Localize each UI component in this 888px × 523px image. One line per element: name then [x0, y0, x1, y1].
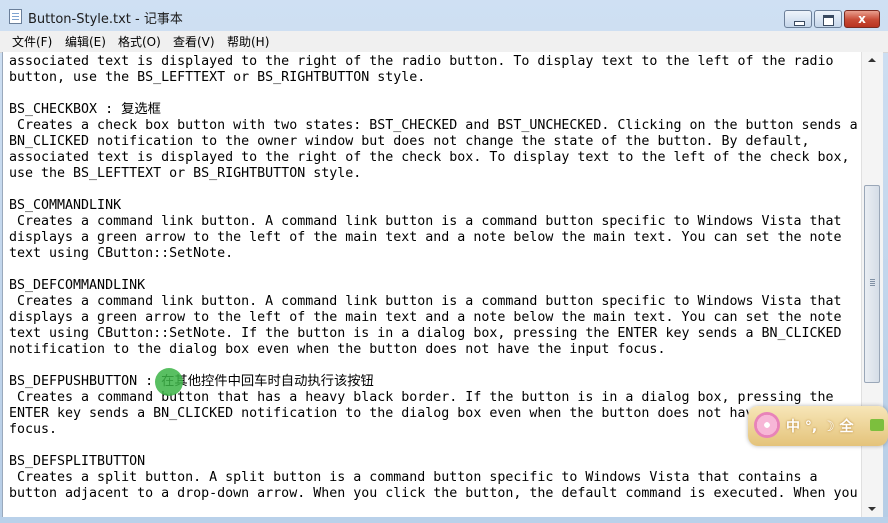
menu-help[interactable]: 帮助(H): [227, 33, 269, 50]
window-title: Button-Style.txt - 记事本: [28, 12, 183, 27]
text-line: text using CButton::SetNote.: [9, 246, 234, 261]
close-icon: x: [858, 12, 866, 26]
maximize-icon: [815, 11, 841, 27]
maximize-button[interactable]: [814, 10, 842, 28]
menu-view[interactable]: 查看(V): [173, 33, 215, 50]
text-line: Creates a check box button with two stat…: [9, 118, 858, 133]
text-line: button adjacent to a drop-down arrow. Wh…: [9, 486, 858, 501]
minimize-button[interactable]: [784, 10, 812, 28]
keyboard-icon[interactable]: [870, 419, 884, 431]
text-line: BN_CLICKED notification to the owner win…: [9, 134, 810, 149]
minimize-icon: [785, 11, 811, 27]
title-bar[interactable]: Button-Style.txt - 记事本 x: [0, 0, 888, 31]
text-line: Creates a command link button. A command…: [9, 214, 842, 229]
ime-status-label[interactable]: 中 °, ☽ 全: [786, 416, 854, 436]
flower-icon: [754, 412, 780, 438]
scroll-up-arrow-icon[interactable]: [862, 52, 883, 69]
text-line: button, use the BS_LEFTTEXT or BS_RIGHTB…: [9, 70, 426, 85]
scroll-grip-icon: [870, 279, 875, 286]
text-line: associated text is displayed to the righ…: [9, 150, 850, 165]
text-line: associated text is displayed to the righ…: [9, 54, 834, 69]
text-line: BS_COMMANDLINK: [9, 198, 122, 213]
text-line: BS_DEFSPLITBUTTON: [9, 454, 146, 469]
menu-file[interactable]: 文件(F): [12, 33, 52, 50]
text-line: Creates a command button that has a heav…: [9, 390, 834, 405]
text-line: notification to the dialog box even when…: [9, 342, 666, 357]
vertical-scrollbar[interactable]: [861, 52, 883, 517]
text-line: BS_CHECKBOX : 复选框: [9, 102, 161, 117]
ime-toolbar[interactable]: 中 °, ☽ 全: [748, 406, 888, 446]
notepad-window: Button-Style.txt - 记事本 x 文件(F) 编辑(E) 格式(…: [0, 0, 888, 523]
close-button[interactable]: x: [844, 10, 880, 28]
text-editor[interactable]: associated text is displayed to the righ…: [2, 52, 862, 517]
menu-format[interactable]: 格式(O): [118, 33, 161, 50]
text-line: text using CButton::SetNote. If the butt…: [9, 326, 842, 341]
scroll-down-arrow-icon[interactable]: [862, 500, 883, 517]
menu-edit[interactable]: 编辑(E): [65, 33, 106, 50]
text-line: BS_DEFCOMMANDLINK: [9, 278, 146, 293]
text-line: Creates a split button. A split button i…: [9, 470, 818, 485]
menu-bar: 文件(F) 编辑(E) 格式(O) 查看(V) 帮助(H): [0, 31, 888, 53]
text-line: displays a green arrow to the left of th…: [9, 230, 842, 245]
window-bottom-border: [0, 517, 888, 523]
text-line: focus.: [9, 422, 58, 437]
document-text[interactable]: associated text is displayed to the righ…: [3, 52, 862, 502]
text-line: ENTER key sends a BN_CLICKED notificatio…: [9, 406, 842, 421]
scroll-thumb[interactable]: [864, 185, 880, 383]
text-line: BS_DEFPUSHBUTTON : 在其他控件中回车时自动执行该按钮: [9, 374, 374, 389]
text-line: Creates a command link button. A command…: [9, 294, 842, 309]
text-line: use the BS_LEFTTEXT or BS_RIGHTBUTTON st…: [9, 166, 362, 181]
notepad-icon[interactable]: [9, 9, 22, 24]
cursor-highlight-icon: [155, 368, 183, 396]
text-line: displays a green arrow to the left of th…: [9, 310, 842, 325]
